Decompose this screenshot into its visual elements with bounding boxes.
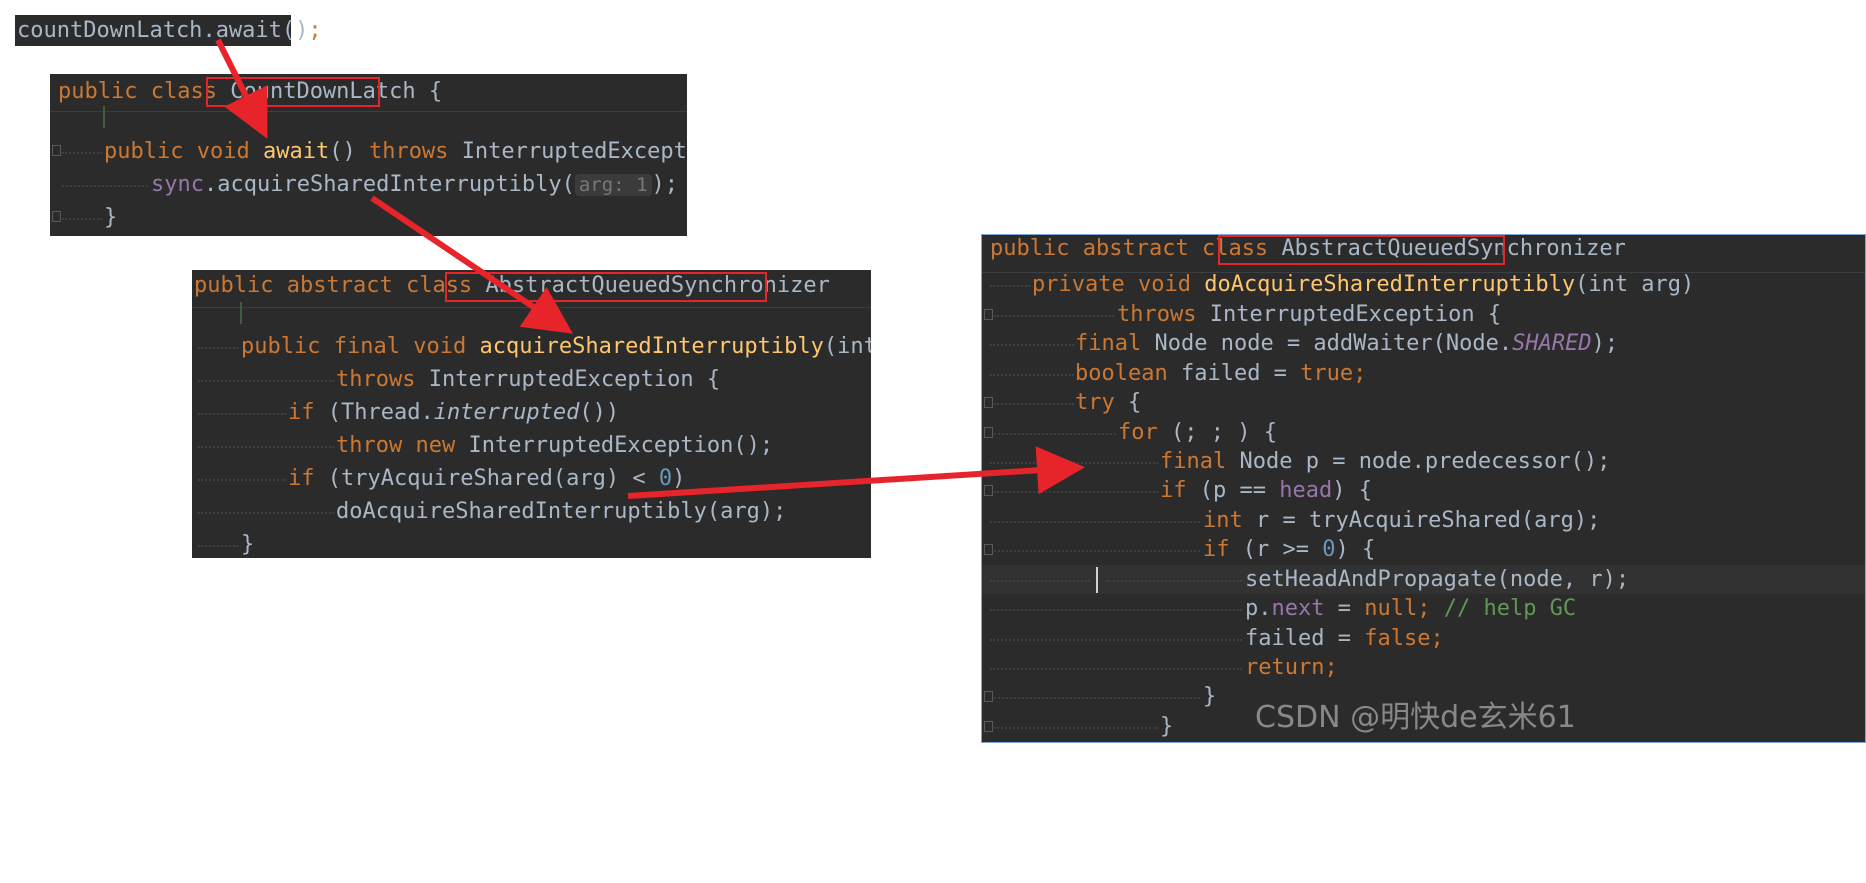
arrow-doacquire-to-implementation <box>627 446 1085 499</box>
flow-arrows <box>215 38 1085 499</box>
arrow-await-to-countdownlatch <box>215 38 268 139</box>
watermark: CSDN @明快de玄米61 <box>1255 700 1576 735</box>
arrow-sync-to-acquire <box>370 195 573 334</box>
